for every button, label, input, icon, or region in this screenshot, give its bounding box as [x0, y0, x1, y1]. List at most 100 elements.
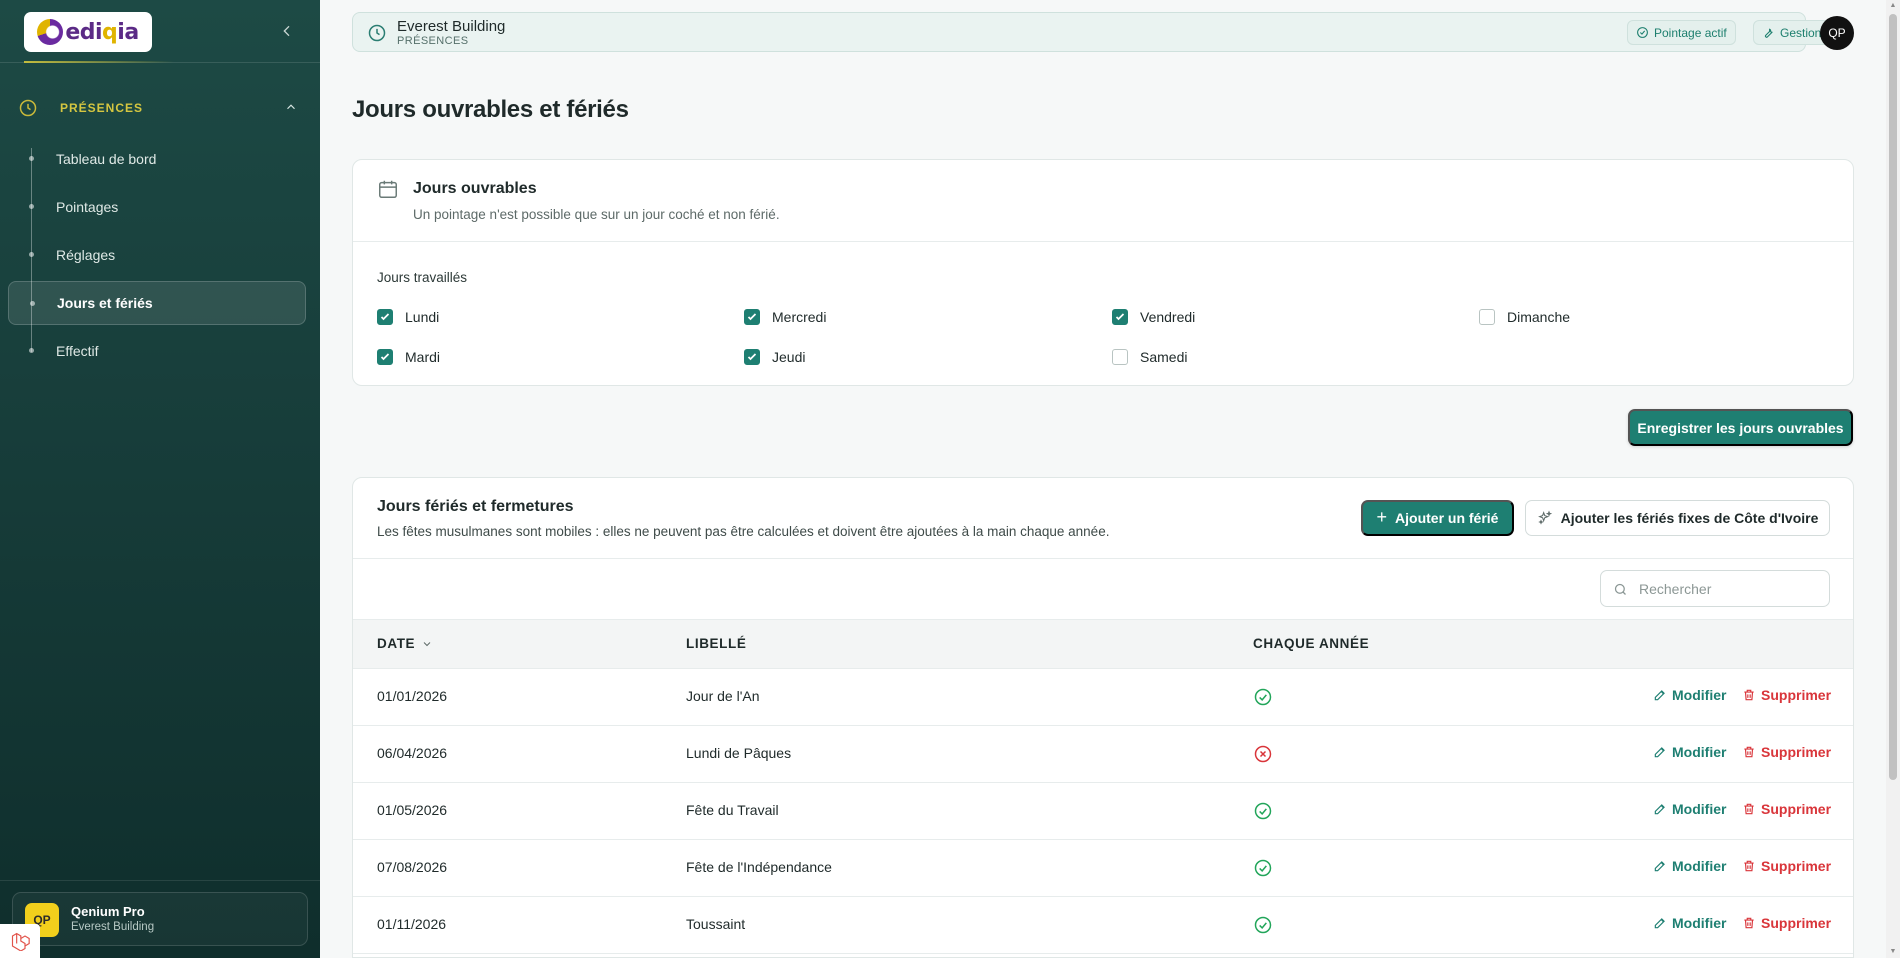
- chevron-left-icon: [283, 25, 290, 37]
- row-date: 01/05/2026: [377, 802, 448, 818]
- sidebar-item-jours-et-feries[interactable]: Jours et fériés: [8, 281, 306, 325]
- tree-dot: [29, 204, 34, 209]
- debug-bar-button[interactable]: [0, 924, 40, 958]
- checkbox-mardi[interactable]: Mardi: [377, 349, 440, 365]
- table-row: 07/08/2026 Fête de l'Indépendance Modifi…: [353, 840, 1853, 897]
- delete-label: Supprimer: [1761, 915, 1832, 931]
- add-holiday-button[interactable]: + Ajouter un férié: [1361, 500, 1514, 536]
- working-days-card: Jours ouvrables Un pointage n'est possib…: [352, 159, 1854, 386]
- sparkles-icon: [1537, 510, 1552, 525]
- checkbox-mercredi[interactable]: Mercredi: [744, 309, 826, 325]
- scroll-down-arrow-icon[interactable]: ▼: [1889, 948, 1897, 956]
- check-circle-icon: [1254, 859, 1272, 877]
- trash-icon: [1744, 803, 1754, 815]
- delete-button[interactable]: Supprimer: [1742, 915, 1831, 931]
- delete-button[interactable]: Supprimer: [1742, 744, 1831, 760]
- row-label: Lundi de Pâques: [686, 745, 792, 761]
- page-scrollbar[interactable]: ▲ ▼: [1886, 0, 1900, 958]
- checkbox-box[interactable]: [1479, 309, 1495, 325]
- user-card[interactable]: QP Qenium Pro Everest Building: [12, 892, 308, 946]
- sidebar-section-presences[interactable]: PRÉSENCES: [18, 96, 298, 120]
- gestion-link[interactable]: Gestion: [1753, 20, 1831, 45]
- check-icon: [747, 353, 757, 361]
- column-date-label: DATE: [377, 636, 416, 651]
- checkbox-label: Jeudi: [772, 349, 806, 365]
- column-yearly: CHAQUE ANNÉE: [1253, 636, 1370, 651]
- checkbox-box[interactable]: [744, 349, 760, 365]
- checkbox-box[interactable]: [1112, 349, 1128, 365]
- edit-label: Modifier: [1672, 915, 1727, 931]
- gestion-label: Gestion: [1780, 25, 1822, 40]
- app-logo[interactable]: ediqia: [24, 12, 152, 52]
- module-subtitle: PRÉSENCES: [397, 35, 469, 47]
- table-header: DATE LIBELLÉ CHAQUE ANNÉE: [353, 619, 1853, 669]
- trash-icon: [1744, 689, 1754, 701]
- checkbox-label: Mardi: [405, 349, 441, 365]
- search-field[interactable]: [1600, 570, 1830, 607]
- workspace-title: Everest Building: [397, 18, 506, 35]
- edit-label: Modifier: [1672, 744, 1727, 760]
- sidebar-item-reglages[interactable]: Réglages: [8, 233, 306, 277]
- edit-button[interactable]: Modifier: [1653, 687, 1726, 703]
- save-working-days-button[interactable]: Enregistrer les jours ouvrables: [1628, 409, 1853, 446]
- delete-button[interactable]: Supprimer: [1742, 687, 1831, 703]
- checkbox-box[interactable]: [377, 309, 393, 325]
- check-circle-icon: [1254, 688, 1272, 706]
- sidebar-item-label: Effectif: [56, 343, 99, 359]
- check-circle-icon: [1637, 27, 1648, 38]
- row-date: 01/01/2026: [377, 688, 448, 704]
- edit-button[interactable]: Modifier: [1653, 744, 1726, 760]
- sidebar-item-label: Tableau de bord: [56, 151, 157, 167]
- checkbox-vendredi[interactable]: Vendredi: [1112, 309, 1195, 325]
- scrollbar-thumb[interactable]: [1889, 14, 1897, 780]
- delete-label: Supprimer: [1761, 801, 1832, 817]
- edit-label: Modifier: [1672, 858, 1727, 874]
- checkbox-box[interactable]: [1112, 309, 1128, 325]
- checkbox-jeudi[interactable]: Jeudi: [744, 349, 805, 365]
- sidebar-item-effectif[interactable]: Effectif: [8, 329, 306, 373]
- sidebar-item-label: Pointages: [56, 199, 119, 215]
- sidebar-item-tableau-de-bord[interactable]: Tableau de bord: [8, 137, 306, 181]
- main-content: Everest Building PRÉSENCES Pointage acti…: [320, 0, 1886, 958]
- row-label: Toussaint: [686, 916, 746, 932]
- clock-icon: [368, 24, 386, 42]
- working-days-subtitle: Un pointage n'est possible que sur un jo…: [413, 207, 780, 222]
- trash-icon: [1744, 917, 1754, 929]
- search-input[interactable]: [1639, 579, 1819, 599]
- add-fixed-holidays-label: Ajouter les fériés fixes de Côte d'Ivoir…: [1560, 510, 1819, 526]
- edit-button[interactable]: Modifier: [1653, 915, 1726, 931]
- user-company: Everest Building: [71, 921, 155, 933]
- working-days-title: Jours ouvrables: [413, 180, 537, 197]
- working-days-header: Jours ouvrables Un pointage n'est possib…: [353, 160, 1853, 242]
- pointage-status-badge[interactable]: Pointage actif: [1627, 20, 1736, 45]
- edit-button[interactable]: Modifier: [1653, 801, 1726, 817]
- calendar-icon: [379, 180, 397, 198]
- sidebar: ediqia PRÉSENCES Tableau de bord Pointag…: [0, 0, 320, 958]
- check-icon: [1115, 313, 1125, 321]
- checkbox-box[interactable]: [377, 349, 393, 365]
- row-label: Fête du Travail: [686, 802, 779, 818]
- holidays-subtitle: Les fêtes musulmanes sont mobiles : elle…: [377, 524, 1110, 539]
- holidays-card: Jours fériés et fermetures Les fêtes mus…: [352, 477, 1854, 958]
- user-name: Qenium Pro: [71, 904, 145, 919]
- collapse-sidebar-button[interactable]: [276, 20, 298, 42]
- checkbox-samedi[interactable]: Samedi: [1112, 349, 1187, 365]
- clock-icon: [19, 99, 37, 117]
- checkbox-lundi[interactable]: Lundi: [377, 309, 439, 325]
- user-avatar-button[interactable]: QP: [1820, 16, 1854, 50]
- table-row: 01/11/2026 Toussaint Modifier Supprimer: [353, 897, 1853, 954]
- holidays-title: Jours fériés et fermetures: [377, 498, 574, 515]
- add-fixed-holidays-button[interactable]: Ajouter les fériés fixes de Côte d'Ivoir…: [1525, 500, 1830, 536]
- table-row: 06/04/2026 Lundi de Pâques Modifier Supp…: [353, 726, 1853, 783]
- sidebar-item-pointages[interactable]: Pointages: [8, 185, 306, 229]
- column-date[interactable]: DATE: [377, 636, 433, 651]
- delete-button[interactable]: Supprimer: [1742, 801, 1831, 817]
- check-icon: [380, 353, 390, 361]
- delete-button[interactable]: Supprimer: [1742, 858, 1831, 874]
- edit-label: Modifier: [1672, 687, 1727, 703]
- checkbox-label: Dimanche: [1507, 309, 1571, 325]
- checkbox-box[interactable]: [744, 309, 760, 325]
- checkbox-dimanche[interactable]: Dimanche: [1479, 309, 1570, 325]
- edit-button[interactable]: Modifier: [1653, 858, 1726, 874]
- scroll-up-arrow-icon[interactable]: ▲: [1889, 2, 1897, 10]
